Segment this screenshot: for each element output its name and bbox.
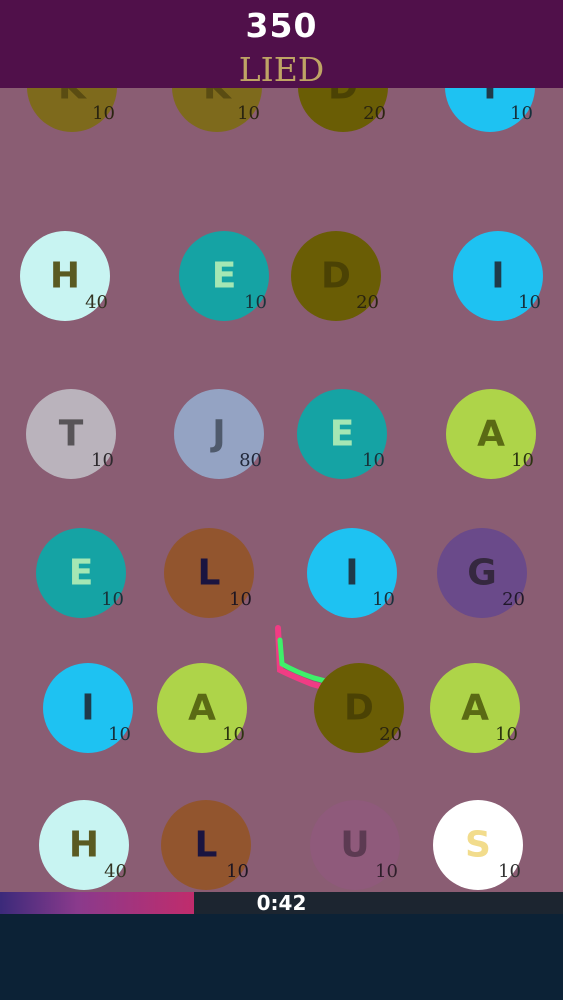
- letter-tile[interactable]: I 10: [43, 663, 133, 753]
- letter-tile[interactable]: K10: [27, 88, 117, 132]
- tile-letter: L: [197, 552, 221, 594]
- tile-points: 10: [510, 103, 533, 124]
- tile-letter: U: [340, 824, 370, 866]
- letter-tile[interactable]: H 40: [39, 800, 129, 890]
- letter-tile[interactable]: E 10: [36, 528, 126, 618]
- tile-letter: I: [491, 255, 505, 297]
- tile-letter: E: [329, 413, 355, 455]
- timer-bar: 0:42: [0, 892, 563, 914]
- letter-tile[interactable]: U 10: [310, 800, 400, 890]
- score-display: 350: [245, 6, 318, 45]
- tile-letter: I: [345, 552, 359, 594]
- tile-letter: A: [461, 687, 489, 729]
- tile-points: 20: [356, 292, 379, 313]
- tile-letter: E: [68, 552, 94, 594]
- tile-points: 10: [495, 724, 518, 745]
- letter-tile[interactable]: I10: [445, 88, 535, 132]
- tile-letter: D: [344, 687, 374, 729]
- tile-points: 10: [108, 724, 131, 745]
- tile-points: 10: [375, 861, 398, 882]
- tile-points: 10: [518, 292, 541, 313]
- tile-points: 10: [498, 861, 521, 882]
- letter-tile[interactable]: A 10: [430, 663, 520, 753]
- tile-letter: D: [321, 255, 351, 297]
- tile-points: 10: [101, 589, 124, 610]
- tile-points: 10: [244, 292, 267, 313]
- tile-letter: H: [68, 824, 100, 866]
- letter-tile[interactable]: K10: [172, 88, 262, 132]
- tile-points: 10: [511, 450, 534, 471]
- letter-tile[interactable]: T 10: [26, 389, 116, 479]
- letter-tile[interactable]: I 10: [453, 231, 543, 321]
- letter-tile[interactable]: D20: [298, 88, 388, 132]
- tile-points: 20: [379, 724, 402, 745]
- swipe-trail: [275, 625, 353, 703]
- letter-tile[interactable]: L 10: [164, 528, 254, 618]
- tile-letter: L: [194, 824, 218, 866]
- tile-points: 40: [85, 292, 108, 313]
- letter-tile[interactable]: A 10: [446, 389, 536, 479]
- tile-points: 20: [363, 103, 386, 124]
- tile-points: 40: [104, 861, 127, 882]
- letter-tile[interactable]: D20: [291, 231, 381, 321]
- letter-tile[interactable]: G 20: [437, 528, 527, 618]
- letter-tile[interactable]: H 40: [20, 231, 110, 321]
- tile-points: 10: [362, 450, 385, 471]
- letter-tile[interactable]: E 10: [179, 231, 269, 321]
- tile-points: 80: [239, 450, 262, 471]
- tile-points: 10: [237, 103, 260, 124]
- tile-letter: A: [188, 687, 216, 729]
- top-bar: 350 LIED: [0, 0, 563, 89]
- tile-points: 10: [91, 450, 114, 471]
- tile-points: 10: [372, 589, 395, 610]
- tile-letter: S: [465, 824, 491, 866]
- letter-tile[interactable]: S 10: [433, 800, 523, 890]
- tile-points: 10: [222, 724, 245, 745]
- letter-tile[interactable]: J 80: [174, 389, 264, 479]
- tile-letter: T: [58, 413, 84, 455]
- tile-letter: A: [477, 413, 505, 455]
- letter-tile[interactable]: A 10: [157, 663, 247, 753]
- timer-label: 0:42: [256, 891, 307, 915]
- tile-letter: I: [81, 687, 95, 729]
- letter-tile[interactable]: L 10: [161, 800, 251, 890]
- letter-tile[interactable]: D20: [314, 663, 404, 753]
- tile-letter: H: [49, 255, 81, 297]
- game-board: K10K10D20I10H40E10D20I10T10J80E10A10E10L…: [0, 88, 563, 892]
- tile-points: 10: [229, 589, 252, 610]
- tile-letter: G: [467, 552, 497, 594]
- tile-letter: E: [211, 255, 237, 297]
- tile-points: 10: [92, 103, 115, 124]
- tile-letter: J: [212, 413, 226, 455]
- letter-tile[interactable]: E 10: [297, 389, 387, 479]
- letter-tile[interactable]: I 10: [307, 528, 397, 618]
- tile-points: 10: [226, 861, 249, 882]
- tile-points: 20: [502, 589, 525, 610]
- current-word: LIED: [238, 50, 325, 89]
